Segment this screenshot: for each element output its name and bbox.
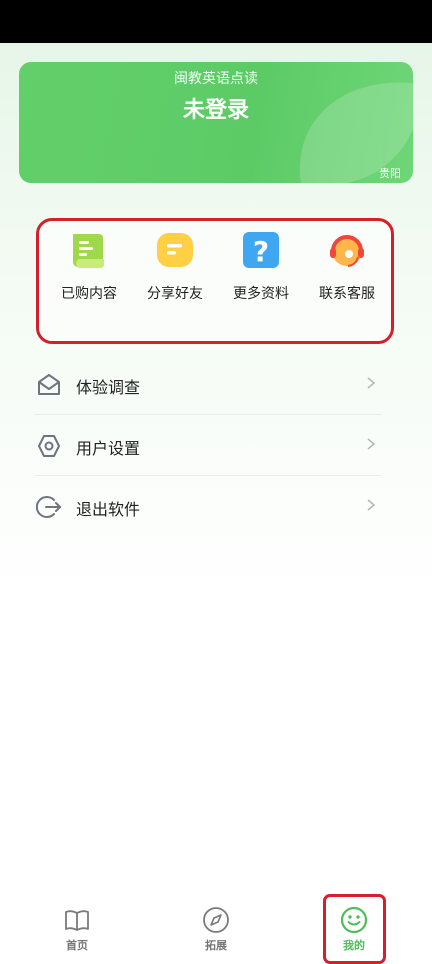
profile-banner[interactable]: 闽教英语点读 未登录 贵阳 bbox=[19, 62, 413, 183]
quick-item-more[interactable]: ? 更多资料 bbox=[223, 231, 299, 311]
tab-explore[interactable]: 拓展 bbox=[186, 904, 246, 952]
quick-item-label: 已购内容 bbox=[61, 286, 117, 302]
logout-icon bbox=[36, 496, 61, 518]
active-tab-highlight bbox=[323, 894, 386, 964]
login-status[interactable]: 未登录 bbox=[19, 92, 413, 124]
menu-item-label: 体验调查 bbox=[76, 378, 141, 397]
quick-item-label: 分享好友 bbox=[147, 286, 203, 302]
divider bbox=[34, 475, 382, 476]
menu-item-label: 用户设置 bbox=[76, 439, 141, 458]
chevron-right-icon bbox=[367, 499, 376, 511]
city-label: 贵阳 bbox=[379, 167, 401, 180]
share-friends-icon bbox=[157, 233, 193, 267]
app-name: 闽教英语点读 bbox=[174, 71, 258, 87]
more-materials-icon: ? bbox=[243, 232, 279, 268]
menu-item-exit[interactable]: 退出软件 bbox=[34, 477, 382, 537]
menu-item-settings[interactable]: 用户设置 bbox=[34, 416, 382, 476]
status-bar bbox=[0, 0, 432, 43]
menu-item-label: 退出软件 bbox=[76, 500, 141, 519]
chevron-right-icon bbox=[367, 377, 376, 389]
quick-item-purchased[interactable]: 已购内容 bbox=[51, 231, 127, 311]
menu-item-survey[interactable]: 体验调查 bbox=[34, 355, 382, 415]
tab-label: 首页 bbox=[66, 939, 88, 952]
compass-icon bbox=[203, 907, 229, 933]
divider bbox=[34, 414, 382, 415]
tab-home[interactable]: 首页 bbox=[47, 904, 107, 952]
customer-service-icon bbox=[330, 235, 364, 267]
chevron-right-icon bbox=[367, 438, 376, 450]
quick-item-share[interactable]: 分享好友 bbox=[137, 231, 213, 311]
envelope-icon bbox=[38, 374, 60, 395]
quick-item-service[interactable]: 联系客服 bbox=[309, 231, 385, 311]
svg-text:?: ? bbox=[253, 235, 269, 268]
tab-label: 拓展 bbox=[205, 939, 227, 952]
purchased-content-icon bbox=[73, 234, 104, 268]
book-icon bbox=[65, 910, 89, 931]
quick-item-label: 联系客服 bbox=[319, 286, 375, 302]
quick-item-label: 更多资料 bbox=[233, 286, 289, 302]
hexagon-settings-icon bbox=[38, 435, 60, 457]
quick-actions-card: 已购内容 分享好友 ? 更多资料 联系客服 bbox=[36, 218, 394, 344]
